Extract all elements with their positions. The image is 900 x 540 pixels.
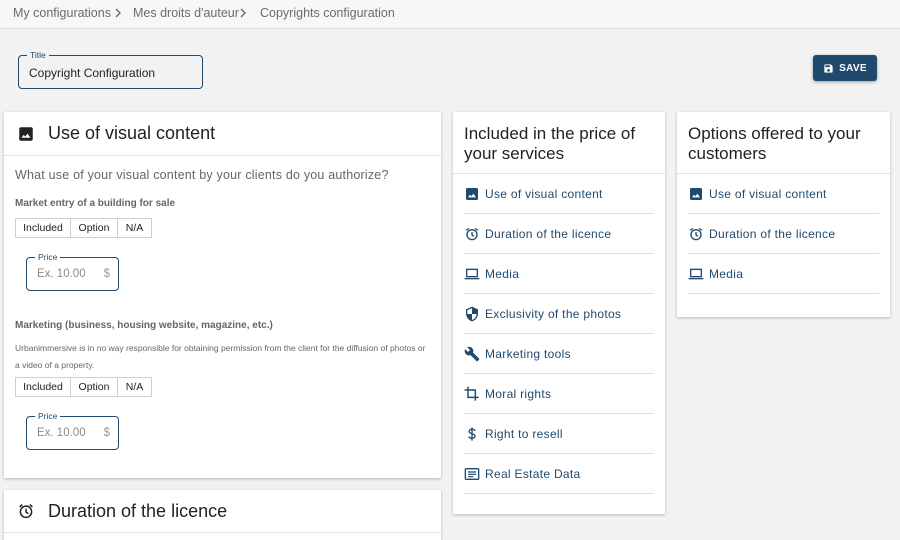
options-card-title: Options offered to your customers [688, 124, 861, 163]
price-input-marketing[interactable]: Price Ex. 10.00 $ [26, 410, 119, 450]
currency-symbol: $ [103, 427, 110, 439]
chevron-right-icon [115, 8, 121, 18]
duration-card-header: Duration of the licence [4, 490, 441, 533]
alarm-icon [465, 227, 479, 241]
included-card-title: Included in the price of your services [464, 124, 636, 163]
included-item-marketing-tools[interactable]: Marketing tools [464, 334, 654, 374]
included-item-label: Media [485, 267, 520, 281]
options-item-duration[interactable]: Duration of the licence [688, 214, 879, 254]
save-button-label: SAVE [839, 62, 867, 74]
section-label-market-entry: Market entry of a building for sale [15, 198, 176, 209]
toggle-option[interactable]: Option [71, 219, 118, 237]
included-item-label: Moral rights [485, 387, 552, 401]
authorization-question: What use of your visual content by your … [15, 168, 389, 182]
currency-symbol: $ [103, 268, 110, 280]
included-card: Included in the price of your services U… [453, 112, 665, 514]
usage-toggle-market-entry: Included Option N/A [15, 218, 152, 238]
save-icon [824, 63, 833, 73]
price-input-market-entry[interactable]: Price Ex. 10.00 $ [26, 251, 119, 291]
included-item-resell[interactable]: Right to resell [464, 414, 654, 454]
options-item-label: Media [709, 267, 744, 281]
toggle-included[interactable]: Included [16, 219, 71, 237]
price-label: Price [35, 251, 61, 263]
laptop-icon [464, 268, 480, 280]
wrench-icon [464, 346, 480, 362]
included-item-media[interactable]: Media [464, 254, 654, 294]
included-item-label: Use of visual content [485, 187, 603, 201]
breadcrumb-item-mes-droits[interactable]: Mes droits d'auteur [133, 6, 239, 20]
image-icon [466, 188, 478, 200]
toggle-included[interactable]: Included [16, 378, 71, 396]
toggle-option[interactable]: Option [71, 378, 118, 396]
price-placeholder: Ex. 10.00 [37, 427, 86, 439]
price-label: Price [35, 410, 61, 422]
options-item-label: Duration of the licence [709, 227, 836, 241]
included-item-label: Exclusivity of the photos [485, 307, 622, 321]
chevron-right-icon [240, 8, 246, 18]
duration-card: Duration of the licence [4, 490, 441, 540]
title-field-label: Title [27, 49, 49, 61]
crop-icon [464, 386, 479, 401]
options-item-visual-content[interactable]: Use of visual content [688, 174, 879, 214]
laptop-icon [688, 268, 704, 280]
duration-card-title: Duration of the licence [48, 501, 228, 521]
save-button[interactable]: SAVE [813, 55, 877, 81]
breadcrumb: My configurations Mes droits d'auteur Co… [0, 0, 900, 29]
dollar-icon [468, 427, 476, 441]
title-field-value: Copyright Configuration [29, 66, 156, 80]
title-field[interactable]: Title Copyright Configuration [18, 49, 203, 89]
visual-content-card-header: Use of visual content [4, 112, 441, 156]
toggle-na[interactable]: N/A [118, 219, 151, 237]
image-icon [19, 127, 33, 141]
included-item-exclusivity[interactable]: Exclusivity of the photos [464, 294, 654, 334]
usage-toggle-marketing: Included Option N/A [15, 377, 152, 397]
image-icon [690, 188, 702, 200]
price-placeholder: Ex. 10.00 [37, 268, 86, 280]
breadcrumb-item-current: Copyrights configuration [260, 6, 395, 20]
breadcrumb-item-my-configurations[interactable]: My configurations [13, 6, 111, 20]
shield-icon [466, 306, 478, 322]
visual-content-card-title: Use of visual content [48, 123, 216, 143]
included-item-label: Marketing tools [485, 347, 571, 361]
included-item-moral-rights[interactable]: Moral rights [464, 374, 654, 414]
marketing-disclaimer: Urbanimmersive is in no way responsible … [15, 343, 426, 370]
options-item-media[interactable]: Media [688, 254, 879, 294]
alarm-icon [689, 227, 703, 241]
data-icon [464, 468, 480, 480]
included-item-label: Real Estate Data [485, 467, 581, 481]
included-item-visual-content[interactable]: Use of visual content [464, 174, 654, 214]
toggle-na[interactable]: N/A [118, 378, 151, 396]
options-card: Options offered to your customers Use of… [677, 112, 890, 317]
included-item-duration[interactable]: Duration of the licence [464, 214, 654, 254]
section-label-marketing: Marketing (business, housing website, ma… [15, 320, 273, 331]
alarm-icon [19, 504, 33, 519]
included-item-real-estate-data[interactable]: Real Estate Data [464, 454, 654, 494]
options-item-label: Use of visual content [709, 187, 827, 201]
included-item-label: Right to resell [485, 427, 563, 441]
included-item-label: Duration of the licence [485, 227, 612, 241]
